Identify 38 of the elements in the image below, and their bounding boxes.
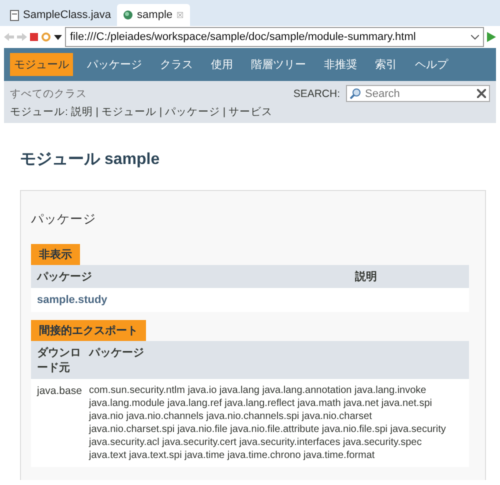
section-title: パッケージ xyxy=(31,211,97,228)
page-title: モジュール sample xyxy=(20,150,161,170)
package-list-line: java.nio java.nio.channels java.nio.channels.spi java.nio.charset xyxy=(89,411,373,422)
nav-link[interactable]: モジュール xyxy=(10,53,73,76)
search-label: SEARCH: xyxy=(293,88,340,100)
editor-tab[interactable]: sample ☒ xyxy=(117,4,190,26)
chevron-icon[interactable] xyxy=(471,34,479,40)
nav-link[interactable]: パッケージ xyxy=(83,53,146,76)
all-classes-link[interactable]: すべてのクラス xyxy=(10,86,87,100)
close-icon[interactable]: ☒ xyxy=(176,10,184,20)
nav-link[interactable]: 索引 xyxy=(371,53,401,76)
table-caption: 間接的エクスポート xyxy=(31,320,146,341)
column-header: ダウンロード元 xyxy=(37,346,82,375)
dropdown-icon[interactable] xyxy=(54,34,62,40)
nav-link[interactable]: 非推奨 xyxy=(320,53,361,76)
close-icon[interactable] xyxy=(477,89,486,98)
file-icon xyxy=(10,10,19,20)
package-list-line: java.lang.module java.lang.ref java.lang.reflect java.math java.net java.net.spi xyxy=(89,398,433,409)
nav-link[interactable]: 使用 xyxy=(207,53,237,76)
nav-link[interactable]: ヘルプ xyxy=(411,53,452,76)
globe-icon xyxy=(123,10,134,20)
table-cell: java.base xyxy=(37,385,83,397)
column-header: パッケージ xyxy=(89,346,145,361)
package-list-line: java.security.acl java.security.cert java.security.interfaces java.security.spec xyxy=(89,437,423,448)
search-icon xyxy=(350,88,361,99)
column-header: パッケージ xyxy=(37,270,93,284)
package-list-line: java.text java.text.spi java.time java.time.chrono java.time.format xyxy=(89,450,376,461)
address-field[interactable]: file:///C:/pleiades/workspace/sample/doc/sample/module-summary.html xyxy=(65,27,484,47)
go-icon[interactable] xyxy=(487,32,496,42)
nav-link[interactable]: 階層ツリー xyxy=(247,53,310,76)
table-caption: 非表示 xyxy=(31,244,80,265)
nav-link[interactable]: クラス xyxy=(156,53,197,76)
package-list-line: java.nio.charset.spi java.nio.file java.nio.file.attribute java.nio.file.spi java.security xyxy=(89,424,447,435)
package-list-line: com.sun.security.ntlm java.io java.lang java.lang.annotation java.lang.invoke xyxy=(89,385,428,396)
editor-tab[interactable]: SampleClass.java xyxy=(4,4,118,26)
column-header: 説明 xyxy=(355,270,378,284)
subnav-links: モジュール: 説明 | モジュール | パッケージ | サービス xyxy=(10,105,274,119)
search-field[interactable]: Search xyxy=(346,85,490,102)
